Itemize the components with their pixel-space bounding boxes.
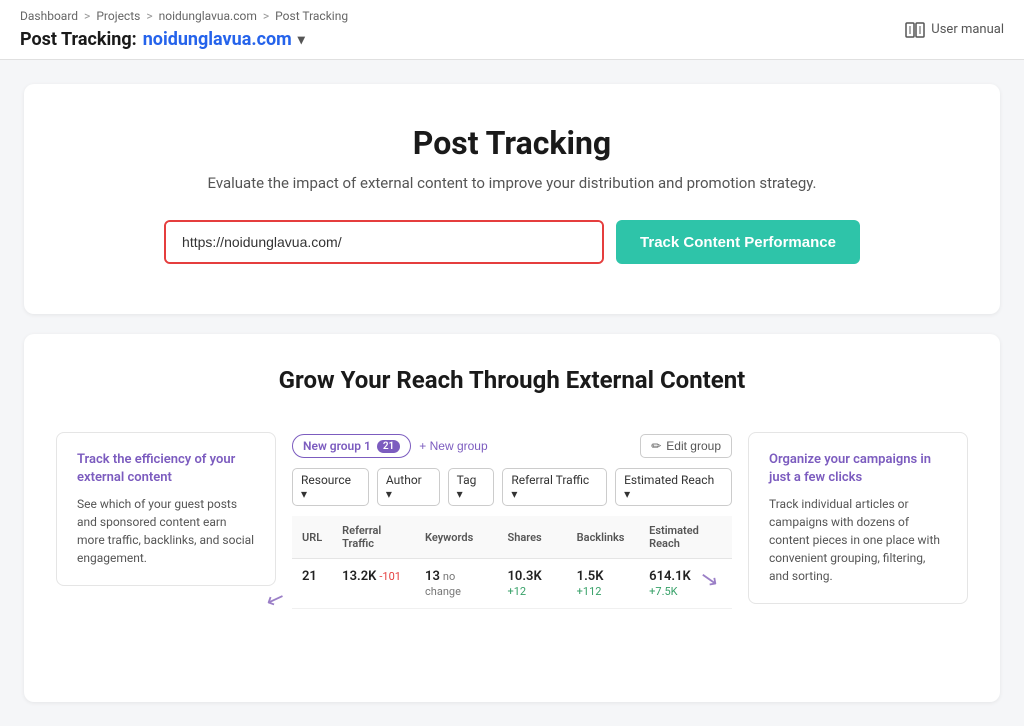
pencil-icon: ✏ (651, 439, 661, 453)
search-card: Post Tracking Evaluate the impact of ext… (24, 84, 1000, 314)
col-referral: Referral Traffic (332, 516, 415, 559)
topbar-right: User manual (905, 22, 1004, 38)
col-reach: Estimated Reach (639, 516, 732, 559)
breadcrumb-domain[interactable]: noidunglavua.com (159, 9, 257, 23)
url-input-wrapper (164, 220, 604, 264)
feature-right-heading: Organize your campaigns in just a few cl… (769, 451, 947, 487)
breadcrumb-projects[interactable]: Projects (96, 9, 140, 23)
group-tag-count: 21 (377, 440, 400, 453)
user-manual-link[interactable]: User manual (905, 22, 1004, 38)
referral-delta: -101 (379, 570, 401, 583)
new-group-button[interactable]: + New group (419, 439, 487, 453)
col-keywords: Keywords (415, 516, 497, 559)
breadcrumb-current: Post Tracking (275, 9, 348, 23)
col-url: URL (292, 516, 332, 559)
table-toolbar: New group 1 21 + New group ✏ Edit group (292, 422, 732, 468)
shares-delta: +12 (508, 585, 527, 598)
dropdown-chevron-icon[interactable]: ▾ (298, 32, 305, 48)
arrow-right-icon: ↘ (698, 566, 720, 594)
page-title-bar: Post Tracking: noidunglavua.com ▾ (20, 29, 305, 50)
sep2: > (146, 9, 152, 23)
edit-group-label: Edit group (666, 439, 721, 453)
shares-value: 10.3K (508, 569, 542, 584)
search-card-title: Post Tracking (64, 124, 960, 162)
feature-right-box: Organize your campaigns in just a few cl… (748, 432, 968, 604)
filters-row: Resource ▾ Author ▾ Tag ▾ Referral Traff… (292, 468, 732, 506)
col-backlinks: Backlinks (567, 516, 639, 559)
feature-left-body: See which of your guest posts and sponso… (77, 495, 255, 567)
breadcrumb: Dashboard > Projects > noidunglavua.com … (20, 9, 348, 50)
feature-right-body: Track individual articles or campaigns w… (769, 495, 947, 585)
keywords-value: 13 (425, 569, 440, 584)
filter-author-label: Author ▾ (386, 473, 431, 501)
features-card: Grow Your Reach Through External Content… (24, 334, 1000, 702)
filter-referral[interactable]: Referral Traffic ▾ (502, 468, 607, 506)
topbar: Dashboard > Projects > noidunglavua.com … (0, 0, 1024, 60)
filter-reach-label: Estimated Reach ▾ (624, 473, 723, 501)
reach-value: 614.1K (649, 569, 691, 584)
sep3: > (263, 9, 269, 23)
filter-author[interactable]: Author ▾ (377, 468, 440, 506)
filter-tag[interactable]: Tag ▾ (448, 468, 495, 506)
group-tag-label: New group 1 (303, 439, 371, 453)
filter-referral-label: Referral Traffic ▾ (511, 473, 598, 501)
search-card-description: Evaluate the impact of external content … (64, 174, 960, 192)
page-title-domain[interactable]: noidunglavua.com (143, 29, 292, 50)
book-icon (905, 22, 925, 38)
group-tag[interactable]: New group 1 21 (292, 434, 411, 458)
referral-value: 13.2K (342, 569, 376, 584)
backlinks-delta: +112 (577, 585, 602, 598)
feature-left-heading: Track the efficiency of your external co… (77, 451, 255, 487)
search-row: Track Content Performance (64, 220, 960, 264)
features-title: Grow Your Reach Through External Content (56, 366, 968, 394)
breadcrumb-path: Dashboard > Projects > noidunglavua.com … (20, 9, 348, 23)
feature-left-box: Track the efficiency of your external co… (56, 432, 276, 586)
reach-delta: +7.5K (649, 585, 677, 598)
table-row: 21 13.2K -101 13 no change 10. (292, 559, 732, 609)
filter-reach[interactable]: Estimated Reach ▾ (615, 468, 732, 506)
filter-resource[interactable]: Resource ▾ (292, 468, 369, 506)
user-manual-label: User manual (931, 22, 1004, 37)
url-input[interactable] (166, 222, 602, 262)
filter-resource-label: Resource ▾ (301, 473, 360, 501)
filter-tag-label: Tag ▾ (457, 473, 486, 501)
backlinks-value: 1.5K (577, 569, 604, 584)
col-shares: Shares (498, 516, 567, 559)
track-content-button[interactable]: Track Content Performance (616, 220, 860, 264)
url-count: 21 (302, 569, 317, 584)
edit-group-button[interactable]: ✏ Edit group (640, 434, 732, 458)
data-table: URL Referral Traffic Keywords Shares Bac… (292, 516, 732, 609)
page-title-label: Post Tracking: (20, 29, 137, 50)
breadcrumb-dashboard[interactable]: Dashboard (20, 9, 78, 23)
main-content: Post Tracking Evaluate the impact of ext… (0, 60, 1024, 726)
sep1: > (84, 9, 90, 23)
